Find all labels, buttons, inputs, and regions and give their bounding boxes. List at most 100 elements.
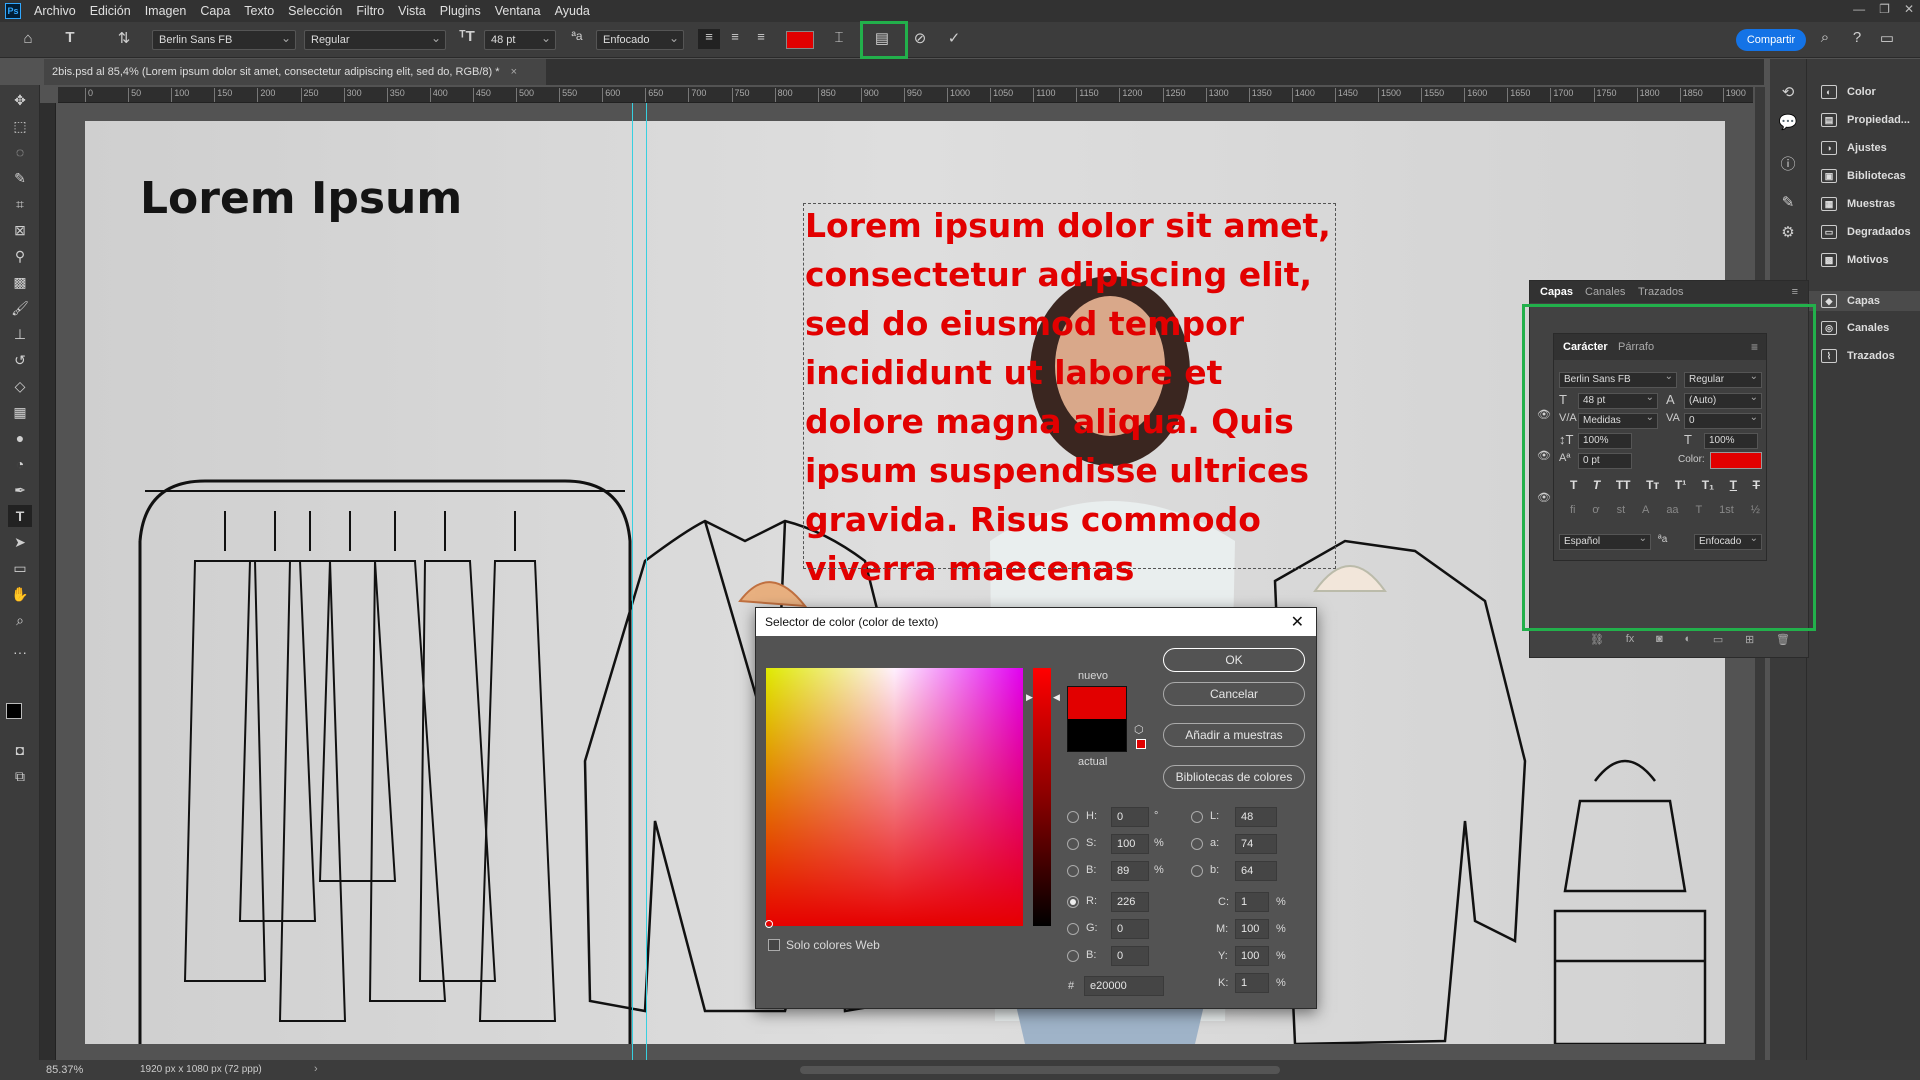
menu-texto[interactable]: Texto bbox=[237, 4, 281, 18]
path-select-icon[interactable]: ➤ bbox=[8, 531, 32, 553]
menu-ayuda[interactable]: Ayuda bbox=[548, 4, 597, 18]
link-layers-icon[interactable]: ⛓ bbox=[1590, 633, 1604, 646]
radio-r[interactable] bbox=[1067, 896, 1079, 908]
menu-ventana[interactable]: Ventana bbox=[488, 4, 548, 18]
panel-patterns[interactable]: ▩ Motivos bbox=[1821, 253, 1920, 267]
input-l[interactable]: 48 bbox=[1235, 807, 1277, 827]
input-lab-b[interactable]: 64 bbox=[1235, 861, 1277, 881]
lasso-tool-icon[interactable]: ◌ bbox=[8, 141, 32, 163]
brush-settings-icon[interactable]: ✎ bbox=[1776, 193, 1800, 211]
tab-capas[interactable]: Capas bbox=[1540, 286, 1573, 298]
history-brush-icon[interactable]: ↺ bbox=[8, 349, 32, 371]
tab-canales[interactable]: Canales bbox=[1585, 286, 1625, 298]
input-y[interactable]: 100 bbox=[1235, 946, 1269, 966]
canvas-heading-text[interactable]: Lorem Ipsum bbox=[140, 173, 462, 224]
radio-lab-b[interactable] bbox=[1191, 865, 1203, 877]
cancel-edits-icon[interactable]: ⊘ bbox=[908, 29, 932, 47]
menu-seleccion[interactable]: Selección bbox=[281, 4, 349, 18]
commit-edits-icon[interactable]: ✓ bbox=[942, 29, 966, 47]
panel-layers[interactable]: ◆ Capas bbox=[1807, 291, 1920, 311]
text-bounding-box[interactable] bbox=[803, 203, 1336, 569]
add-mask-icon[interactable]: ◙ bbox=[1656, 633, 1663, 646]
warp-text-icon[interactable]: ⌶ bbox=[828, 29, 850, 46]
document-size[interactable]: 1920 px x 1080 px (72 ppp) bbox=[140, 1064, 262, 1075]
toggle-text-orientation-icon[interactable]: ⇅ bbox=[112, 29, 136, 47]
antialias-select[interactable]: Enfocado bbox=[596, 30, 684, 50]
document-tab[interactable]: 2bis.psd al 85,4% (Lorem ipsum dolor sit… bbox=[44, 59, 546, 85]
blur-tool-icon[interactable]: ● bbox=[8, 427, 32, 449]
font-style-select[interactable]: Regular bbox=[304, 30, 446, 50]
guide-line[interactable] bbox=[646, 103, 647, 1060]
share-button[interactable]: Compartir bbox=[1736, 29, 1806, 51]
input-m[interactable]: 100 bbox=[1235, 919, 1269, 939]
frame-tool-icon[interactable]: ⊠ bbox=[8, 219, 32, 241]
color-field[interactable] bbox=[766, 668, 1023, 926]
history-icon[interactable]: ⟲ bbox=[1776, 83, 1800, 101]
web-colors-checkbox[interactable] bbox=[768, 939, 780, 951]
eyedropper-tool-icon[interactable]: ⚲ bbox=[8, 245, 32, 267]
marquee-tool-icon[interactable]: ⬚ bbox=[8, 115, 32, 137]
new-group-icon[interactable]: ▭ bbox=[1713, 633, 1723, 646]
panel-color[interactable]: ◐ Color bbox=[1821, 85, 1920, 99]
menu-plugins[interactable]: Plugins bbox=[433, 4, 488, 18]
sliders-icon[interactable]: ⚙ bbox=[1776, 223, 1800, 241]
type-tool-preset-icon[interactable]: T bbox=[58, 29, 82, 46]
delete-layer-icon[interactable]: 🗑 bbox=[1776, 633, 1790, 646]
search-icon[interactable]: ⌕ bbox=[1814, 29, 1836, 46]
add-to-swatches-button[interactable]: Añadir a muestras bbox=[1163, 723, 1305, 747]
hand-tool-icon[interactable]: ✋ bbox=[8, 583, 32, 605]
font-size-select[interactable]: 48 pt bbox=[484, 30, 556, 50]
healing-tool-icon[interactable]: ▩ bbox=[8, 271, 32, 293]
horizontal-scrollbar[interactable] bbox=[800, 1066, 1280, 1074]
quick-mask-icon[interactable]: ◘ bbox=[8, 739, 32, 761]
panel-properties[interactable]: ▤ Propiedad... bbox=[1821, 113, 1920, 127]
type-tool-icon[interactable]: T bbox=[8, 505, 32, 527]
input-k[interactable]: 1 bbox=[1235, 973, 1269, 993]
panel-gradients[interactable]: ▭ Degradados bbox=[1821, 225, 1920, 239]
gradient-tool-icon[interactable]: ▦ bbox=[8, 401, 32, 423]
input-h[interactable]: 0 bbox=[1111, 807, 1149, 827]
panel-paths[interactable]: ⌇ Trazados bbox=[1821, 349, 1920, 363]
minimize-icon[interactable]: — bbox=[1853, 2, 1865, 16]
hue-slider-right-arrow[interactable]: ◀ bbox=[1053, 692, 1060, 703]
current-color-swatch[interactable] bbox=[1067, 719, 1127, 752]
menu-edicion[interactable]: Edición bbox=[83, 4, 138, 18]
radio-g[interactable] bbox=[1067, 923, 1079, 935]
home-icon[interactable]: ⌂ bbox=[16, 30, 40, 47]
radio-l[interactable] bbox=[1191, 811, 1203, 823]
brush-tool-icon[interactable]: 🖌 bbox=[8, 297, 32, 319]
align-center-icon[interactable]: ≡ bbox=[724, 29, 746, 44]
guide-line[interactable] bbox=[632, 103, 633, 1060]
radio-a[interactable] bbox=[1191, 838, 1203, 850]
hue-slider[interactable] bbox=[1033, 668, 1051, 926]
input-s[interactable]: 100 bbox=[1111, 834, 1149, 854]
align-left-icon[interactable]: ≡ bbox=[698, 29, 720, 49]
screen-mode-icon[interactable]: ⧉ bbox=[8, 765, 32, 787]
new-layer-icon[interactable]: ⊞ bbox=[1745, 633, 1754, 646]
input-b[interactable]: 89 bbox=[1111, 861, 1149, 881]
panel-channels[interactable]: ◎ Canales bbox=[1821, 321, 1920, 335]
gamut-cube-icon[interactable]: ⬡ bbox=[1134, 723, 1144, 736]
input-a[interactable]: 74 bbox=[1235, 834, 1277, 854]
help-icon[interactable]: ? bbox=[1846, 29, 1868, 46]
ok-button[interactable]: OK bbox=[1163, 648, 1305, 672]
more-tools-icon[interactable]: ··· bbox=[8, 641, 32, 663]
input-r[interactable]: 226 bbox=[1111, 892, 1149, 912]
zoom-tool-icon[interactable]: ⌕ bbox=[8, 609, 32, 631]
move-tool-icon[interactable]: ✥ bbox=[8, 89, 32, 111]
radio-b[interactable] bbox=[1067, 865, 1079, 877]
info-icon[interactable]: ⓘ bbox=[1776, 153, 1800, 174]
pen-tool-icon[interactable]: ✒ bbox=[8, 479, 32, 501]
rectangle-tool-icon[interactable]: ▭ bbox=[8, 557, 32, 579]
comments-icon[interactable]: 💬 bbox=[1776, 113, 1800, 131]
align-right-icon[interactable]: ≡ bbox=[750, 29, 772, 44]
workspace-icon[interactable]: ▭ bbox=[1876, 29, 1898, 47]
radio-h[interactable] bbox=[1067, 811, 1079, 823]
menu-imagen[interactable]: Imagen bbox=[138, 4, 194, 18]
text-color-swatch[interactable] bbox=[786, 31, 814, 49]
radio-blue[interactable] bbox=[1067, 950, 1079, 962]
panel-swatches[interactable]: ▦ Muestras bbox=[1821, 197, 1920, 211]
web-safe-swatch[interactable] bbox=[1136, 739, 1146, 749]
menu-archivo[interactable]: Archivo bbox=[27, 4, 83, 18]
input-g[interactable]: 0 bbox=[1111, 919, 1149, 939]
